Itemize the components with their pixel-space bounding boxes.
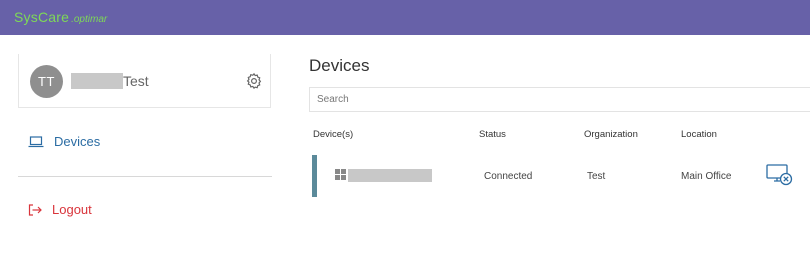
column-header-location[interactable]: Location	[681, 129, 717, 140]
page-title: Devices	[309, 56, 370, 75]
avatar: TT	[30, 65, 63, 98]
laptop-icon	[28, 135, 44, 147]
user-card: TT Test	[18, 54, 271, 108]
sidebar-item-devices[interactable]: Devices	[28, 134, 100, 149]
table-row[interactable]: Connected Test Main Office	[312, 155, 810, 197]
device-location: Main Office	[681, 171, 732, 182]
user-name-suffix: Test	[123, 73, 149, 89]
user-name: Test	[71, 73, 149, 89]
column-header-device[interactable]: Device(s)	[313, 129, 353, 140]
search-input[interactable]	[309, 87, 810, 112]
windows-icon	[335, 169, 346, 180]
logout-icon	[28, 203, 42, 216]
column-header-organization[interactable]: Organization	[584, 129, 638, 140]
top-bar: SysCare .optimar	[0, 0, 810, 35]
redacted-name	[71, 73, 123, 89]
brand-name: SysCare	[14, 9, 70, 25]
sidebar-item-label: Logout	[52, 202, 92, 217]
remote-connect-icon[interactable]	[766, 163, 794, 187]
gear-icon[interactable]	[245, 72, 263, 90]
column-header-status[interactable]: Status	[479, 129, 506, 140]
device-status: Connected	[484, 171, 533, 182]
brand-subname: .optimar	[71, 14, 108, 25]
brand-logo[interactable]: SysCare .optimar	[14, 9, 107, 28]
row-accent-bar	[312, 155, 317, 197]
redacted-device-name	[348, 169, 432, 182]
device-organization: Test	[587, 171, 606, 182]
sidebar-item-logout[interactable]: Logout	[28, 202, 92, 217]
sidebar-divider	[18, 176, 272, 177]
sidebar-item-label: Devices	[54, 134, 101, 149]
